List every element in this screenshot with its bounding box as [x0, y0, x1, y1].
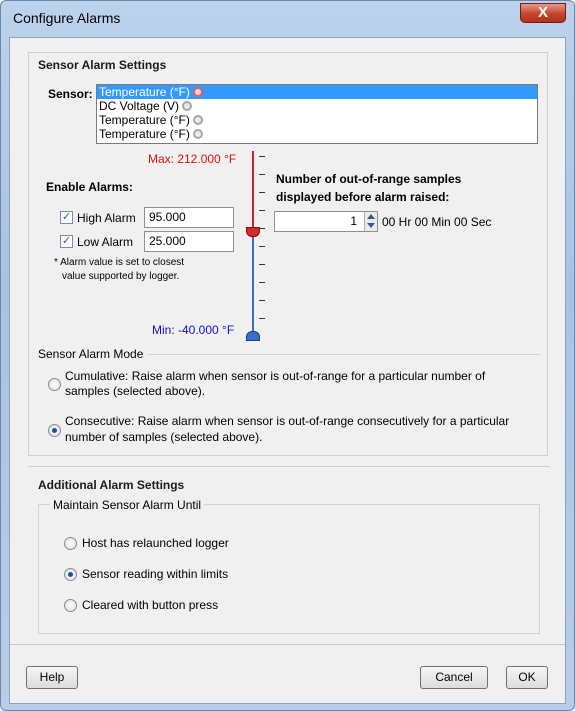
scale-tick — [259, 174, 265, 175]
scale-tick — [259, 246, 265, 247]
mode-consecutive-line1: Consecutive: Raise alarm when sensor is … — [65, 414, 510, 428]
sensor-item-label: Temperature (°F) — [99, 127, 190, 141]
ok-button[interactable]: OK — [506, 666, 548, 689]
high-alarm-slider-handle[interactable] — [246, 227, 260, 237]
sensor-item-label: DC Voltage (V) — [99, 99, 180, 113]
mode-cumulative-line2: samples (selected above). — [65, 384, 206, 398]
section-divider — [28, 466, 550, 467]
scale-max-label: Max: 212.000 °F — [148, 152, 237, 166]
alarm-footnote-line1: * Alarm value is set to closest — [54, 257, 185, 268]
mode-divider — [148, 354, 540, 355]
help-button[interactable]: Help — [26, 666, 78, 689]
scale-tick — [259, 318, 265, 319]
samples-spinner-input[interactable]: 1 — [274, 211, 378, 232]
cancel-button[interactable]: Cancel — [420, 666, 488, 689]
alarm-clock-icon — [192, 115, 203, 125]
spin-up-icon[interactable] — [367, 214, 375, 219]
footer-divider — [10, 644, 565, 645]
low-alarm-label: Low Alarm — [77, 235, 134, 249]
scale-tick — [259, 210, 265, 211]
additional-alarm-settings-heading: Additional Alarm Settings — [38, 478, 185, 492]
sensor-alarm-settings-heading: Sensor Alarm Settings — [38, 58, 167, 72]
maintain-alarm-legend: Maintain Sensor Alarm Until — [50, 498, 205, 512]
maintain-option-within-limits-radio[interactable] — [64, 568, 77, 581]
sensor-item-dc-voltage[interactable]: DC Voltage (V) — [97, 99, 537, 113]
low-alarm-input[interactable]: 25.000 — [144, 231, 234, 252]
samples-value: 1 — [350, 214, 357, 228]
high-alarm-checkbox[interactable]: ✓ — [60, 211, 73, 224]
sensor-item-temperature-1[interactable]: Temperature (°F) — [97, 85, 537, 99]
enable-alarms-label: Enable Alarms: — [46, 180, 133, 194]
low-alarm-slider-handle[interactable] — [246, 331, 260, 341]
mode-cumulative-line1: Cumulative: Raise alarm when sensor is o… — [65, 369, 486, 383]
samples-spinner-buttons[interactable] — [364, 212, 377, 231]
configure-alarms-window: Configure Alarms X Sensor Alarm Settings… — [0, 0, 575, 711]
alarm-clock-icon — [192, 87, 203, 97]
mode-consecutive-radio[interactable] — [48, 424, 61, 437]
sensor-item-label: Temperature (°F) — [99, 85, 190, 99]
sensor-item-label: Temperature (°F) — [99, 113, 190, 127]
sensor-label: Sensor: — [48, 87, 93, 101]
sensor-item-temperature-3[interactable]: Temperature (°F) — [97, 127, 537, 141]
spin-down-icon[interactable] — [367, 223, 375, 228]
alarm-footnote-line2: value supported by logger. — [62, 271, 180, 282]
mode-cumulative-radio[interactable] — [48, 378, 61, 391]
window-title: Configure Alarms — [13, 10, 121, 26]
samples-duration: 00 Hr 00 Min 00 Sec — [382, 215, 492, 229]
maintain-option-relaunched-radio[interactable] — [64, 537, 77, 550]
close-button[interactable]: X — [520, 3, 566, 23]
maintain-option-button-press-radio[interactable] — [64, 599, 77, 612]
sensor-alarm-mode-legend: Sensor Alarm Mode — [38, 347, 144, 361]
maintain-option-relaunched-label: Host has relaunched logger — [82, 536, 229, 550]
scale-track-upper — [252, 151, 254, 229]
scale-tick — [259, 282, 265, 283]
sensor-list[interactable]: Temperature (°F) DC Voltage (V) Temperat… — [96, 84, 538, 144]
alarm-clock-icon — [192, 129, 203, 139]
scale-tick — [259, 228, 265, 229]
samples-heading-line2: displayed before alarm raised: — [276, 190, 450, 204]
scale-tick — [259, 192, 265, 193]
samples-heading-line1: Number of out-of-range samples — [276, 172, 462, 186]
high-alarm-input[interactable]: 95.000 — [144, 207, 234, 228]
maintain-option-within-limits-label: Sensor reading within limits — [82, 567, 229, 581]
alarm-clock-icon — [182, 101, 193, 111]
dialog-body: Sensor Alarm Settings Sensor: Temperatur… — [9, 37, 566, 704]
scale-track-lower — [252, 237, 254, 333]
scale-min-label: Min: -40.000 °F — [152, 323, 235, 337]
scale-tick — [259, 264, 265, 265]
scale-tick — [259, 156, 265, 157]
low-alarm-checkbox[interactable]: ✓ — [60, 235, 73, 248]
scale-tick — [259, 300, 265, 301]
mode-consecutive-line2: number of samples (selected above). — [65, 430, 263, 444]
title-bar[interactable]: Configure Alarms X — [1, 1, 574, 37]
high-alarm-label: High Alarm — [77, 211, 136, 225]
maintain-option-button-press-label: Cleared with button press — [82, 598, 219, 612]
sensor-item-temperature-2[interactable]: Temperature (°F) — [97, 113, 537, 127]
